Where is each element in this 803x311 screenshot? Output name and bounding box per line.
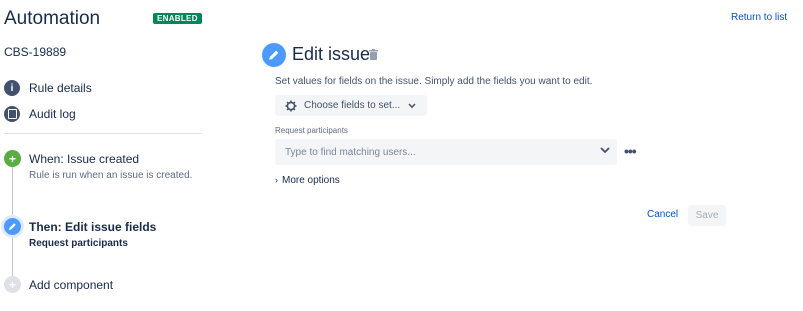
sidebar-item-label: Rule details [29, 81, 92, 95]
more-actions-icon[interactable]: ••• [624, 143, 637, 159]
sidebar-item-label: Audit log [29, 107, 76, 121]
trigger-description: Rule is run when an issue is created. [29, 170, 193, 181]
panel-title: Edit issue [292, 44, 371, 64]
choose-fields-label: Choose fields to set... [304, 100, 401, 111]
plus-icon: + [4, 276, 21, 293]
chevron-right-icon: › [275, 175, 278, 185]
chevron-down-icon[interactable] [600, 147, 610, 154]
panel-description: Set values for fields on the issue. Simp… [275, 76, 593, 87]
cancel-button[interactable]: Cancel [647, 209, 678, 220]
action-description: Request participants [29, 238, 128, 249]
sidebar-item-audit-log[interactable]: Audit log [4, 105, 76, 123]
request-participants-label: Request participants [275, 126, 348, 135]
page-title: Automation [4, 8, 101, 29]
status-badge: ENABLED [153, 13, 202, 24]
rule-key: CBS-19889 [4, 45, 67, 59]
pencil-icon [4, 218, 21, 235]
trigger-component[interactable]: When: Issue created [29, 152, 139, 166]
action-component[interactable]: Then: Edit issue fields [29, 220, 156, 234]
request-participants-input[interactable] [275, 139, 617, 165]
more-options-label: More options [282, 175, 340, 186]
add-component-button[interactable]: Add component [29, 278, 113, 292]
log-icon [4, 106, 20, 122]
divider [4, 133, 202, 134]
choose-fields-button[interactable]: Choose fields to set... [275, 95, 427, 116]
more-options-toggle[interactable]: › More options [275, 175, 340, 186]
chevron-down-icon [408, 102, 416, 108]
return-to-list-link[interactable]: Return to list [731, 12, 787, 23]
pencil-icon [262, 43, 286, 67]
trash-icon[interactable] [369, 49, 378, 60]
info-icon: i [4, 80, 20, 96]
sidebar-item-rule-details[interactable]: i Rule details [4, 79, 92, 97]
gear-icon [285, 100, 297, 111]
plus-icon: + [4, 150, 21, 167]
save-button[interactable]: Save [688, 205, 726, 226]
